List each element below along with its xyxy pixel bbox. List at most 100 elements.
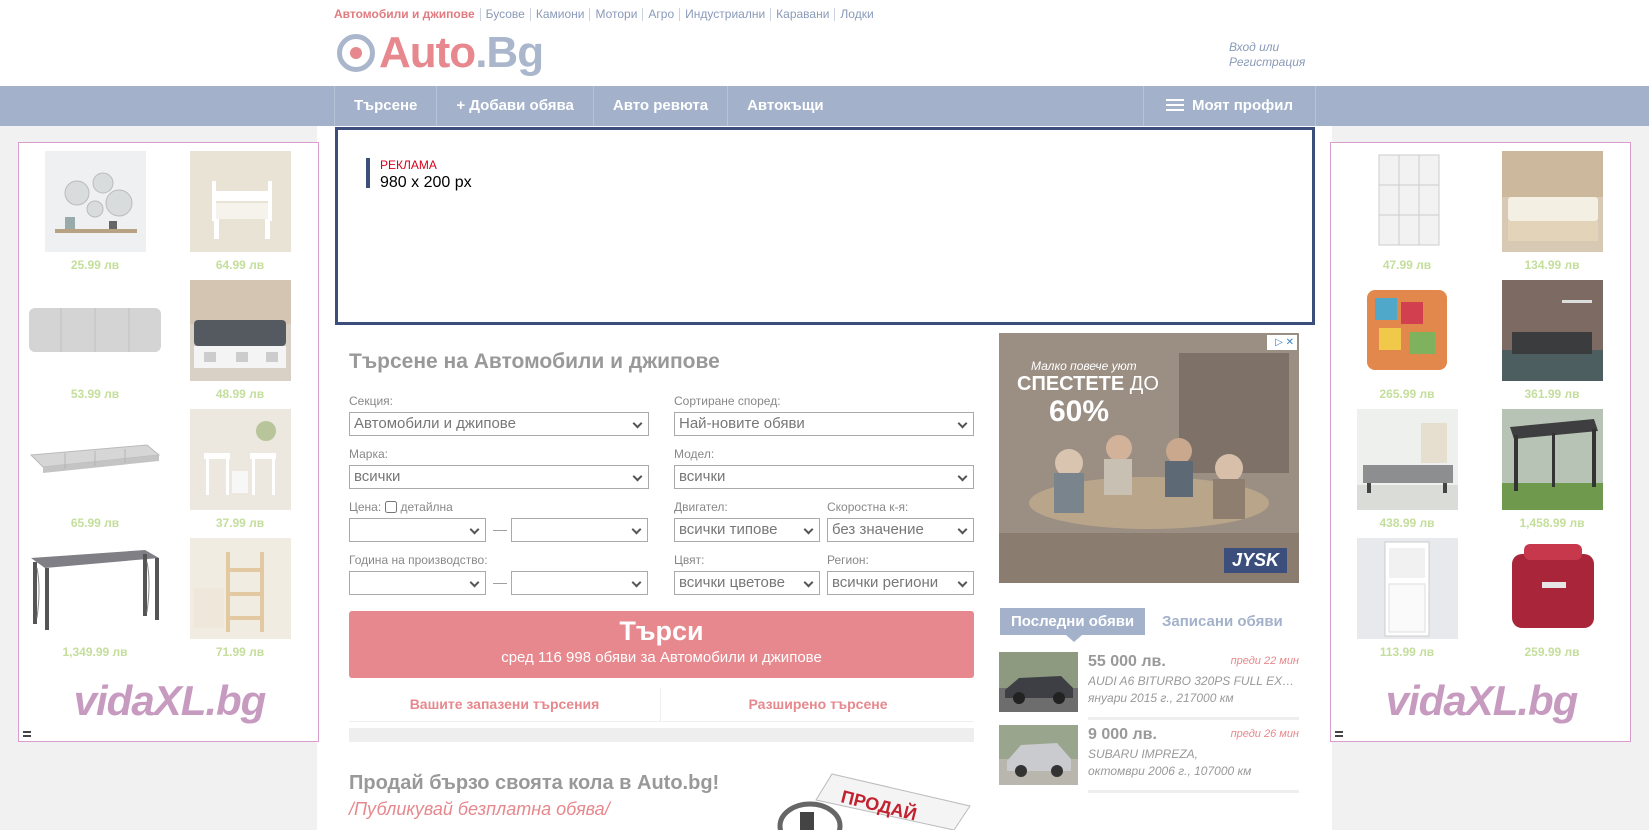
product-card[interactable]: 265.99 лв [1347,280,1467,401]
product-price: 113.99 лв [1379,645,1435,659]
product-image [1501,409,1603,510]
site-logo[interactable]: Auto.Bg [337,28,544,77]
model-select[interactable]: всички [674,465,974,489]
region-select-value: всички региони [832,574,939,591]
product-card[interactable]: 37.99 лв [180,409,300,530]
range-dash: — [493,574,507,590]
product-card[interactable]: 65.99 лв [25,409,165,530]
ad-menu-icon[interactable] [23,731,31,737]
price-to-select[interactable] [511,518,648,542]
listing-item[interactable]: 9 000 лв. преди 26 мин SUBARU IMPREZA, о… [999,725,1299,793]
product-card[interactable]: 71.99 лв [180,538,300,659]
year-from-select[interactable] [349,571,486,595]
nav-my-profile-label: Моят профил [1192,97,1293,114]
category-cars[interactable]: Автомобили и джипове [334,8,480,21]
listing-thumbnail [999,725,1078,785]
jysk-ad-percent: 60% [1049,395,1110,428]
product-card[interactable]: 361.99 лв [1492,280,1612,401]
product-card[interactable]: 47.99 лв [1347,151,1467,272]
product-card[interactable]: 113.99 лв [1347,538,1467,659]
product-card[interactable]: 25.99 лв [35,151,155,272]
model-label: Модел: [674,447,715,461]
engine-select[interactable]: всички типове [674,518,820,542]
product-card[interactable]: 1,349.99 лв [25,538,165,659]
nav-search[interactable]: Търсене [334,86,436,126]
engine-label: Двигател: [674,500,728,514]
vidaxl-logo[interactable]: vidaXL.bg [19,677,320,725]
product-price: 265.99 лв [1379,387,1435,401]
listing-item[interactable]: 55 000 лв. преди 22 мин AUDI A6 BITURBO … [999,652,1299,720]
product-price: 1,458.99 лв [1519,516,1585,530]
product-image [1356,280,1458,381]
sell-promo-title[interactable]: Продай бързо своята кола в Auto.bg! [349,772,719,795]
product-price: 259.99 лв [1524,645,1580,659]
category-motorcycles[interactable]: Мотори [589,8,642,21]
category-vans[interactable]: Бусове [479,8,530,21]
price-from-select[interactable] [349,518,486,542]
jysk-logo: JYSK [1223,548,1287,573]
category-caravans[interactable]: Каравани [770,8,834,21]
region-select[interactable]: всички региони [827,571,974,595]
region-label: Регион: [827,553,869,567]
nav-add-listing[interactable]: + Добави обява [436,86,593,126]
nav-my-profile[interactable]: Моят профил [1143,86,1316,126]
detailed-price-checkbox[interactable] [384,501,397,513]
product-card[interactable]: 48.99 лв [180,280,300,401]
product-price: 438.99 лв [1379,516,1435,530]
year-label: Година на производство: [349,553,488,567]
side-ad-right[interactable]: 47.99 лв 134.99 лв 265.99 лв 361.99 лв 4… [1330,142,1631,742]
product-price: 65.99 лв [70,516,120,530]
make-select[interactable]: всички [349,465,649,489]
sell-promo-subtitle[interactable]: /Публикувай безплатна обява/ [349,799,610,820]
product-price: 64.99 лв [215,258,265,272]
product-card[interactable]: 134.99 лв [1492,151,1612,272]
category-industrial[interactable]: Индустриални [679,8,770,21]
login-link[interactable]: Вход или [1229,40,1305,55]
year-to-select[interactable] [511,571,648,595]
ad-close-icon[interactable]: ▷ ✕ [1267,335,1297,350]
logo-text-bg: Bg [486,28,544,77]
nav-dealers[interactable]: Автокъщи [727,86,843,126]
product-image [1356,538,1458,639]
product-price: 48.99 лв [215,387,265,401]
product-price: 53.99 лв [70,387,120,401]
tab-saved-listings[interactable]: Записани обяви [1162,608,1283,635]
category-boats[interactable]: Лодки [834,8,878,21]
color-label: Цвят: [674,553,705,567]
ad-menu-icon[interactable] [1335,731,1343,737]
tab-latest-listings[interactable]: Последни обяви [1000,608,1146,642]
main-nav: Търсене + Добави обява Авто ревюта Авток… [0,86,1649,126]
category-trucks[interactable]: Камиони [529,8,590,21]
product-price: 71.99 лв [215,645,265,659]
nav-reviews[interactable]: Авто ревюта [592,86,727,126]
gearbox-select[interactable]: без значение [827,518,974,542]
vidaxl-logo[interactable]: vidaXL.bg [1331,677,1632,725]
search-button[interactable]: Търси сред 116 998 обяви за Автомобили и… [349,611,974,678]
advanced-search-link[interactable]: Разширено търсене [662,688,974,722]
register-link[interactable]: Регистрация [1229,55,1305,70]
jysk-ad-headline-main: СПЕСТЕТЕ [1017,373,1125,395]
product-card[interactable]: 438.99 лв [1347,409,1467,530]
section-label: Секция: [349,394,393,408]
listing-time: преди 22 мин [1230,655,1299,667]
ad-banner[interactable]: РЕКЛАМА 980 x 200 px [335,127,1315,325]
saved-searches-link[interactable]: Вашите запазени търсения [349,688,661,722]
product-card[interactable]: 53.99 лв [25,280,165,401]
category-agro[interactable]: Агро [642,8,679,21]
color-select[interactable]: всички цветове [674,571,820,595]
model-select-value: всички [679,468,726,485]
product-image [189,151,291,252]
jysk-ad[interactable]: Малко повече уют СПЕСТЕТЕ ДО 60% JYSK ▷ … [999,333,1299,583]
product-image [25,280,165,381]
logo-text-dot: . [475,28,487,77]
product-card[interactable]: 1,458.99 лв [1492,409,1612,530]
listing-thumbnail [999,652,1078,712]
sort-select[interactable]: Най-новите обяви [674,412,974,436]
product-card[interactable]: 64.99 лв [180,151,300,272]
section-select[interactable]: Автомобили и джипове [349,412,649,436]
side-ad-left[interactable]: 25.99 лв 64.99 лв 53.99 лв 48.99 лв 65.9… [18,142,319,742]
product-card[interactable]: 259.99 лв [1492,538,1612,659]
jysk-ad-headline-suffix: ДО [1124,373,1159,395]
section-select-value: Автомобили и джипове [354,415,516,432]
site-header: Автомобили и джипове Бусове Камиони Мотори А… [0,0,1649,86]
